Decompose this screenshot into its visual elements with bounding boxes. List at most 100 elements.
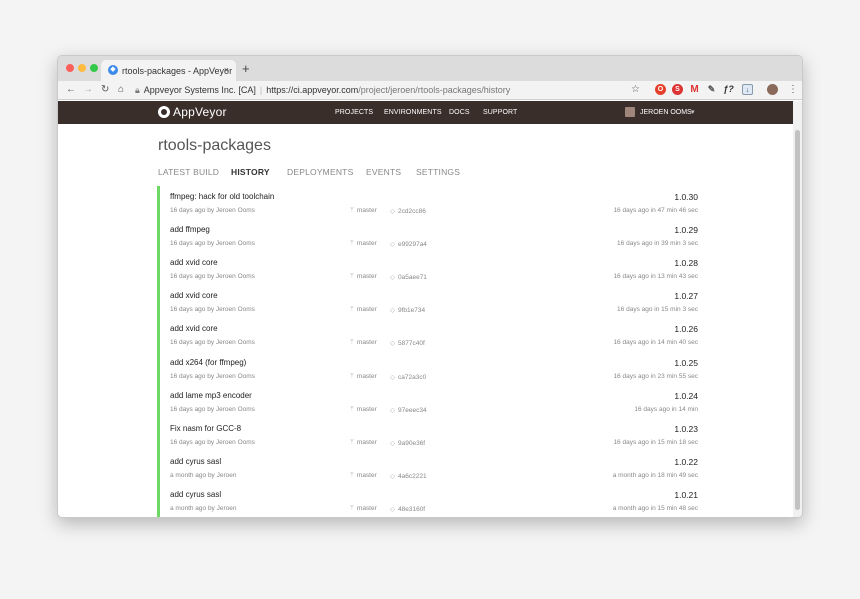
tab-bar: ◆ rtools-packages - AppVeyor × +	[58, 56, 802, 81]
build-message[interactable]: add cyrus sasl	[170, 490, 221, 499]
tab-latest-build[interactable]: LATEST BUILD	[158, 167, 219, 177]
build-message[interactable]: add x264 (for ffmpeg)	[170, 358, 246, 367]
build-message[interactable]: ffmpeg: hack for old toolchain	[170, 192, 274, 201]
build-message[interactable]: add xvid core	[170, 258, 218, 267]
tab-settings[interactable]: SETTINGS	[416, 167, 460, 177]
user-avatar[interactable]	[625, 107, 635, 117]
build-message[interactable]: add lame mp3 encoder	[170, 391, 252, 400]
build-message[interactable]: add xvid core	[170, 291, 218, 300]
build-commit[interactable]: ◇ 9fb1e734	[390, 306, 425, 314]
build-history-list: ffmpeg: hack for old toolchain 16 days ag…	[157, 186, 698, 517]
zoom-window-button[interactable]	[90, 64, 98, 72]
build-duration: 16 days ago in 14 min	[634, 405, 698, 413]
branch-name: master	[356, 240, 377, 248]
build-row[interactable]: add xvid core 16 days ago by Jeroen Ooms ᛘ…	[160, 318, 698, 351]
build-version[interactable]: 1.0.23	[674, 424, 698, 434]
build-message[interactable]: add ffmpeg	[170, 225, 210, 234]
build-row[interactable]: add cyrus sasl a month ago by Jeroen ᛘ mast…	[160, 484, 698, 517]
tab-history[interactable]: HISTORY	[231, 167, 270, 177]
build-message[interactable]: add cyrus sasl	[170, 457, 221, 466]
build-commit[interactable]: ◇ 0a5aee71	[390, 273, 427, 281]
build-commit[interactable]: ◇ e99297a4	[390, 240, 427, 248]
build-branch[interactable]: ᛘ master	[350, 240, 377, 247]
adblock-extension-icon[interactable]: S	[672, 84, 683, 95]
chevron-down-icon[interactable]: ▾	[691, 108, 695, 116]
build-branch[interactable]: ᛘ master	[350, 505, 377, 512]
gmail-extension-icon[interactable]: M	[689, 84, 700, 95]
build-commit[interactable]: ◇ 97eeec34	[390, 406, 427, 414]
branch-icon: ᛘ	[350, 372, 354, 380]
opera-extension-icon[interactable]: O	[655, 84, 666, 95]
tab-close-icon[interactable]: ×	[224, 65, 229, 75]
tab-events[interactable]: EVENTS	[366, 167, 401, 177]
build-row[interactable]: add lame mp3 encoder 16 days ago by Jeroe…	[160, 385, 698, 418]
build-row[interactable]: add xvid core 16 days ago by Jeroen Ooms ᛘ…	[160, 285, 698, 318]
browser-tab[interactable]: ◆ rtools-packages - AppVeyor ×	[101, 60, 236, 81]
build-row[interactable]: add x264 (for ffmpeg) 16 days ago by Jero…	[160, 352, 698, 385]
user-menu[interactable]: JEROEN OOMS	[640, 109, 692, 116]
build-version[interactable]: 1.0.21	[674, 490, 698, 500]
branch-icon: ᛘ	[350, 504, 354, 512]
nav-support[interactable]: SUPPORT	[483, 109, 517, 116]
download-extension-icon[interactable]: ↓	[742, 84, 753, 95]
build-branch[interactable]: ᛘ master	[350, 406, 377, 413]
branch-name: master	[356, 339, 377, 347]
tab-deployments[interactable]: DEPLOYMENTS	[287, 167, 353, 177]
build-row[interactable]: add ffmpeg 16 days ago by Jeroen Ooms ᛘ mas…	[160, 219, 698, 252]
forward-icon[interactable]: →	[83, 83, 93, 97]
build-branch[interactable]: ᛘ master	[350, 472, 377, 479]
build-message[interactable]: add xvid core	[170, 324, 218, 333]
build-version[interactable]: 1.0.29	[674, 225, 698, 235]
build-version[interactable]: 1.0.26	[674, 324, 698, 334]
close-window-button[interactable]	[66, 64, 74, 72]
commit-id: 5877c40f	[398, 340, 425, 348]
build-row[interactable]: ffmpeg: hack for old toolchain 16 days ag…	[160, 186, 698, 219]
build-author-time: 16 days ago by Jeroen Ooms	[170, 438, 255, 446]
build-version[interactable]: 1.0.25	[674, 358, 698, 368]
build-version[interactable]: 1.0.22	[674, 457, 698, 467]
profile-avatar-icon[interactable]	[767, 84, 778, 95]
build-version[interactable]: 1.0.28	[674, 258, 698, 268]
build-commit[interactable]: ◇ ca72a3c0	[390, 373, 426, 381]
build-message[interactable]: Fix nasm for GCC-8	[170, 424, 241, 433]
build-version[interactable]: 1.0.30	[674, 192, 698, 202]
build-commit[interactable]: ◇ 2cd2cc86	[390, 207, 426, 215]
commit-icon: ◇	[390, 439, 395, 447]
back-icon[interactable]: ←	[66, 83, 76, 97]
build-row[interactable]: Fix nasm for GCC-8 16 days ago by Jeroen …	[160, 418, 698, 451]
scrollbar-thumb[interactable]	[795, 130, 800, 510]
build-commit[interactable]: ◇ 4a6c2221	[390, 472, 427, 480]
nav-environments[interactable]: ENVIRONMENTS	[384, 109, 442, 116]
appveyor-logo-icon[interactable]	[158, 106, 170, 118]
build-version[interactable]: 1.0.27	[674, 291, 698, 301]
minimize-window-button[interactable]	[78, 64, 86, 72]
tools-extension-icon[interactable]: ✎	[706, 84, 717, 95]
branch-icon: ᛘ	[350, 240, 354, 248]
page-scrollbar[interactable]	[793, 101, 802, 517]
build-branch[interactable]: ᛘ master	[350, 207, 377, 214]
nav-docs[interactable]: DOCS	[449, 109, 470, 116]
build-row[interactable]: add xvid core 16 days ago by Jeroen Ooms ᛘ…	[160, 252, 698, 285]
bookmark-star-icon[interactable]: ☆	[631, 83, 640, 97]
build-branch[interactable]: ᛘ master	[350, 439, 377, 446]
browser-window: ◆ rtools-packages - AppVeyor × + ← → ↻ ⌂…	[57, 55, 803, 518]
formula-extension-icon[interactable]: ƒ?	[723, 84, 734, 95]
url-field[interactable]: 🔒︎ Appveyor Systems Inc. [CA] | https://ci.…	[135, 83, 707, 98]
build-row[interactable]: add cyrus sasl a month ago by Jeroen ᛘ mast…	[160, 451, 698, 484]
nav-projects[interactable]: PROJECTS	[335, 109, 373, 116]
build-branch[interactable]: ᛘ master	[350, 339, 377, 346]
build-branch[interactable]: ᛘ master	[350, 306, 377, 313]
reload-icon[interactable]: ↻	[101, 83, 109, 97]
build-commit[interactable]: ◇ 48e3160f	[390, 505, 425, 513]
build-commit[interactable]: ◇ 9a90e36f	[390, 439, 425, 447]
branch-icon: ᛘ	[350, 273, 354, 281]
build-branch[interactable]: ᛘ master	[350, 273, 377, 280]
home-icon[interactable]: ⌂	[118, 83, 124, 97]
menu-kebab-icon[interactable]: ⋮	[788, 83, 798, 97]
build-duration: 16 days ago in 15 min 3 sec	[617, 306, 698, 314]
build-commit[interactable]: ◇ 5877c40f	[390, 339, 425, 347]
app-logo[interactable]: AppVeyor	[173, 105, 227, 119]
new-tab-button[interactable]: +	[242, 62, 250, 75]
build-version[interactable]: 1.0.24	[674, 391, 698, 401]
build-branch[interactable]: ᛘ master	[350, 373, 377, 380]
